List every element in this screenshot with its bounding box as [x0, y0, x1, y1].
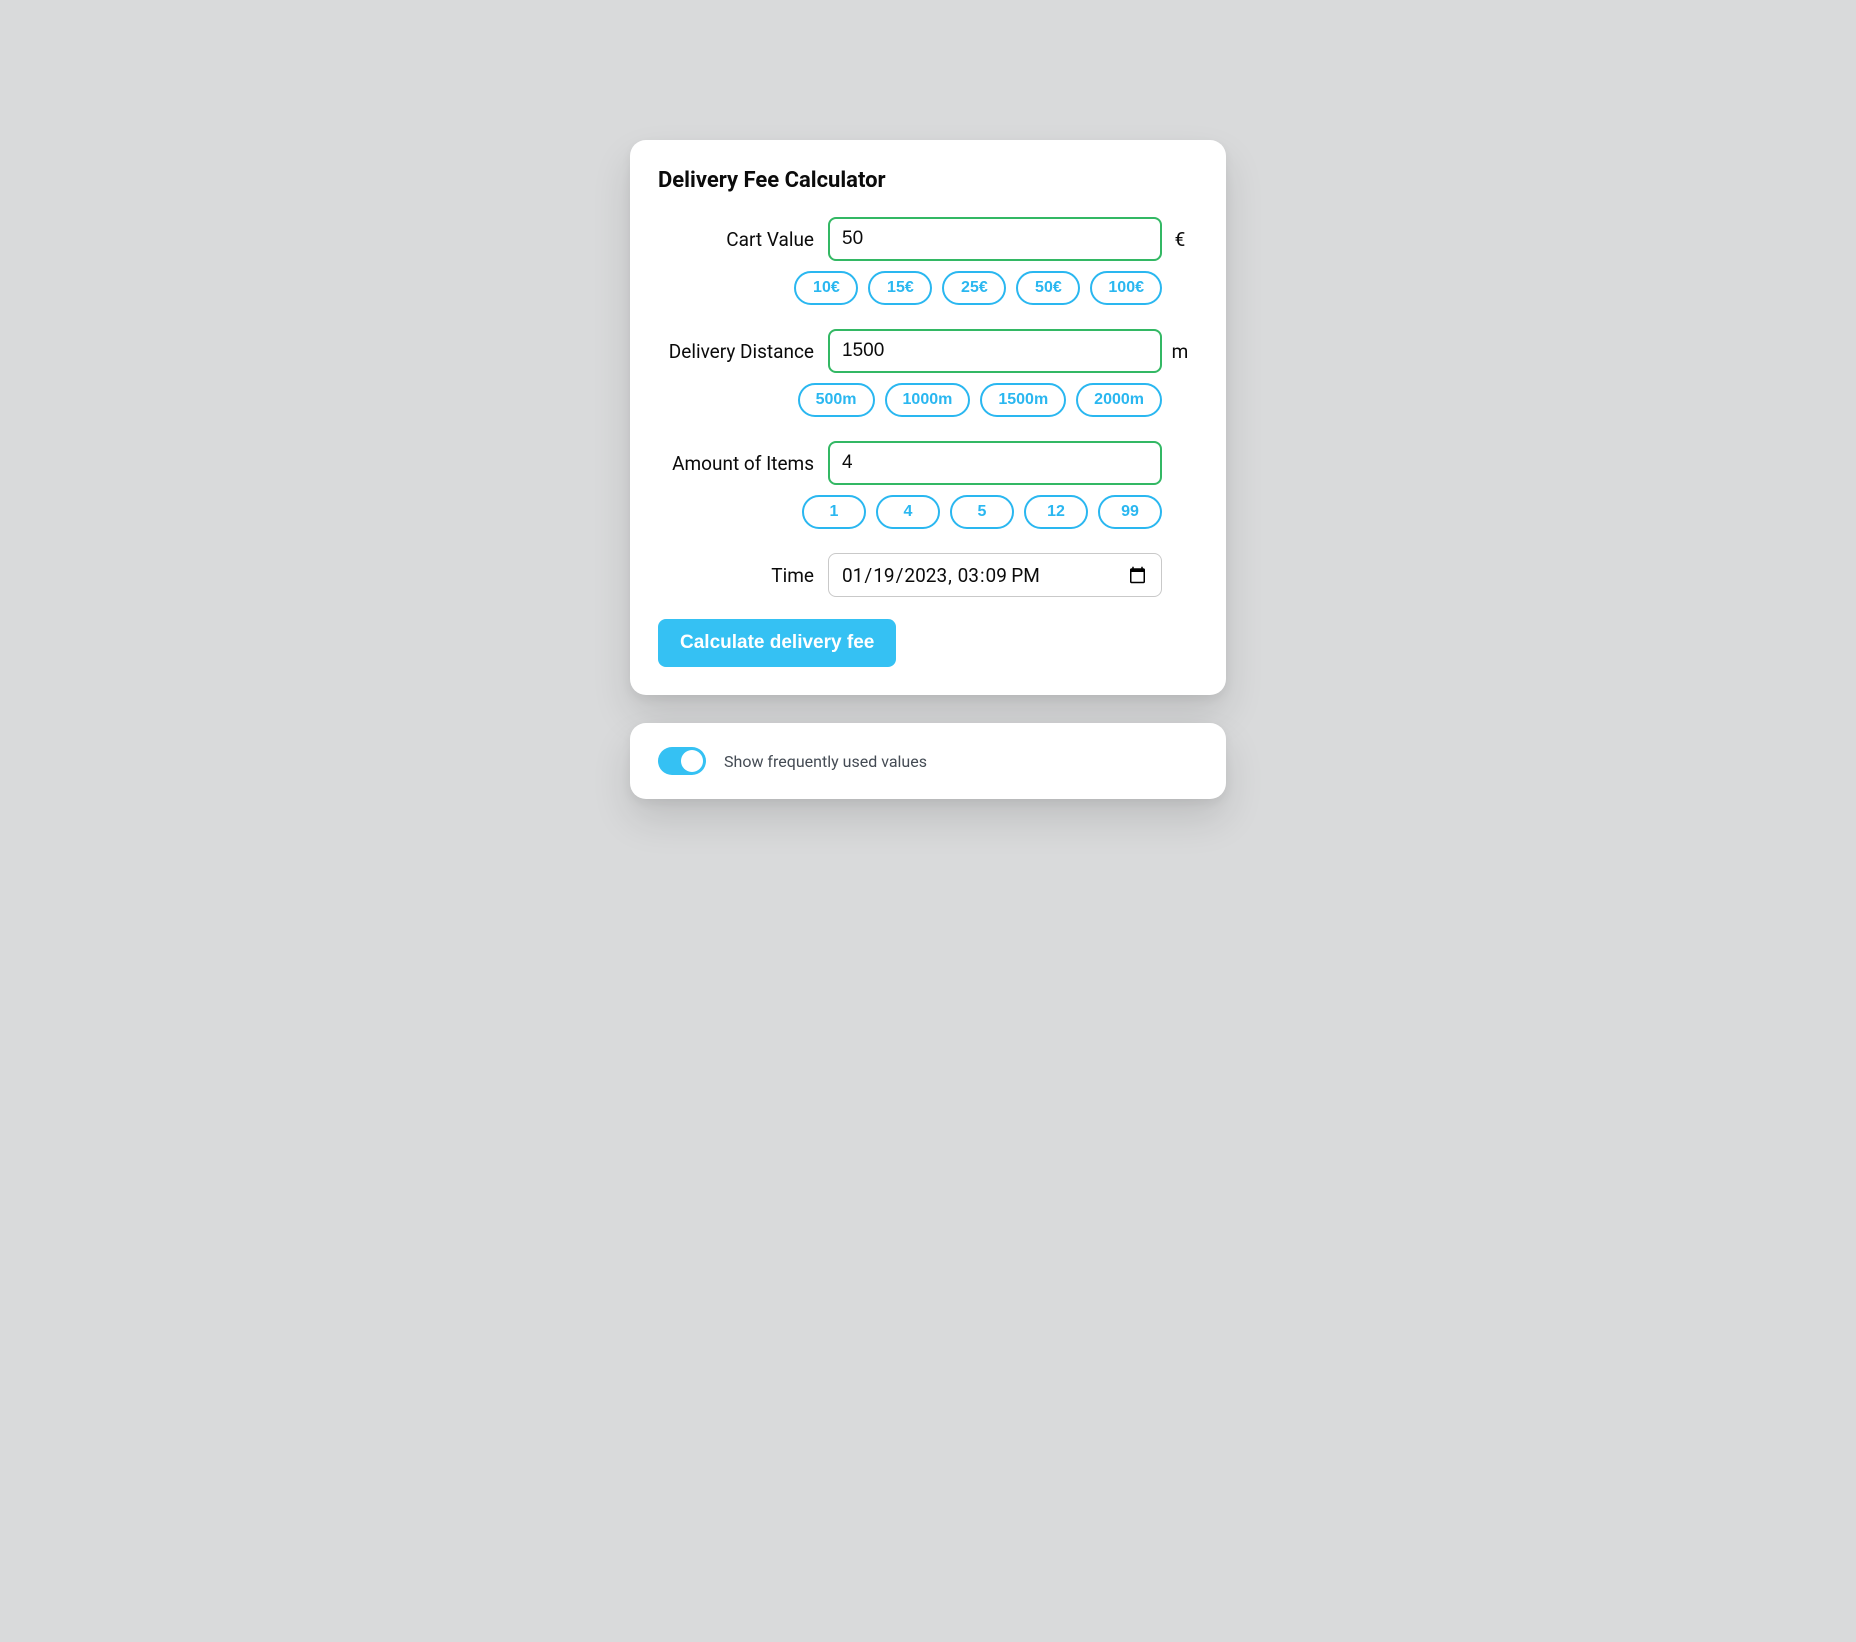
preset-cart-25[interactable]: 25€ [942, 271, 1006, 305]
preset-dist-1500[interactable]: 1500m [980, 383, 1066, 417]
preset-cart-15[interactable]: 15€ [868, 271, 932, 305]
time-label: Time [658, 564, 828, 587]
distance-input[interactable] [828, 329, 1162, 373]
time-input[interactable] [828, 553, 1162, 597]
distance-row: Delivery Distance m [658, 329, 1198, 373]
preset-items-12[interactable]: 12 [1024, 495, 1088, 529]
cart-value-unit: € [1162, 228, 1198, 251]
cart-value-label: Cart Value [658, 228, 828, 251]
distance-presets: 500m 1000m 1500m 2000m [658, 383, 1198, 417]
distance-unit: m [1162, 340, 1198, 363]
items-presets: 1 4 5 12 99 [658, 495, 1198, 529]
items-label: Amount of Items [658, 452, 828, 475]
preset-cart-50[interactable]: 50€ [1016, 271, 1080, 305]
toggle-label: Show frequently used values [724, 752, 927, 771]
frequent-values-toggle[interactable] [658, 747, 706, 775]
distance-label: Delivery Distance [658, 340, 828, 363]
preset-dist-1000[interactable]: 1000m [885, 383, 971, 417]
preset-items-99[interactable]: 99 [1098, 495, 1162, 529]
preset-items-1[interactable]: 1 [802, 495, 866, 529]
preset-cart-100[interactable]: 100€ [1090, 271, 1162, 305]
calculate-button[interactable]: Calculate delivery fee [658, 619, 896, 667]
toggle-card: Show frequently used values [630, 723, 1226, 799]
calculator-card: Delivery Fee Calculator Cart Value € 10€… [630, 140, 1226, 695]
preset-dist-500[interactable]: 500m [798, 383, 875, 417]
time-row: Time [658, 553, 1198, 597]
cart-value-presets: 10€ 15€ 25€ 50€ 100€ [658, 271, 1198, 305]
cart-value-row: Cart Value € [658, 217, 1198, 261]
preset-items-5[interactable]: 5 [950, 495, 1014, 529]
preset-dist-2000[interactable]: 2000m [1076, 383, 1162, 417]
toggle-slider [658, 747, 706, 775]
preset-cart-10[interactable]: 10€ [794, 271, 858, 305]
items-input[interactable] [828, 441, 1162, 485]
cart-value-input[interactable] [828, 217, 1162, 261]
page-title: Delivery Fee Calculator [658, 168, 1198, 193]
preset-items-4[interactable]: 4 [876, 495, 940, 529]
items-row: Amount of Items [658, 441, 1198, 485]
